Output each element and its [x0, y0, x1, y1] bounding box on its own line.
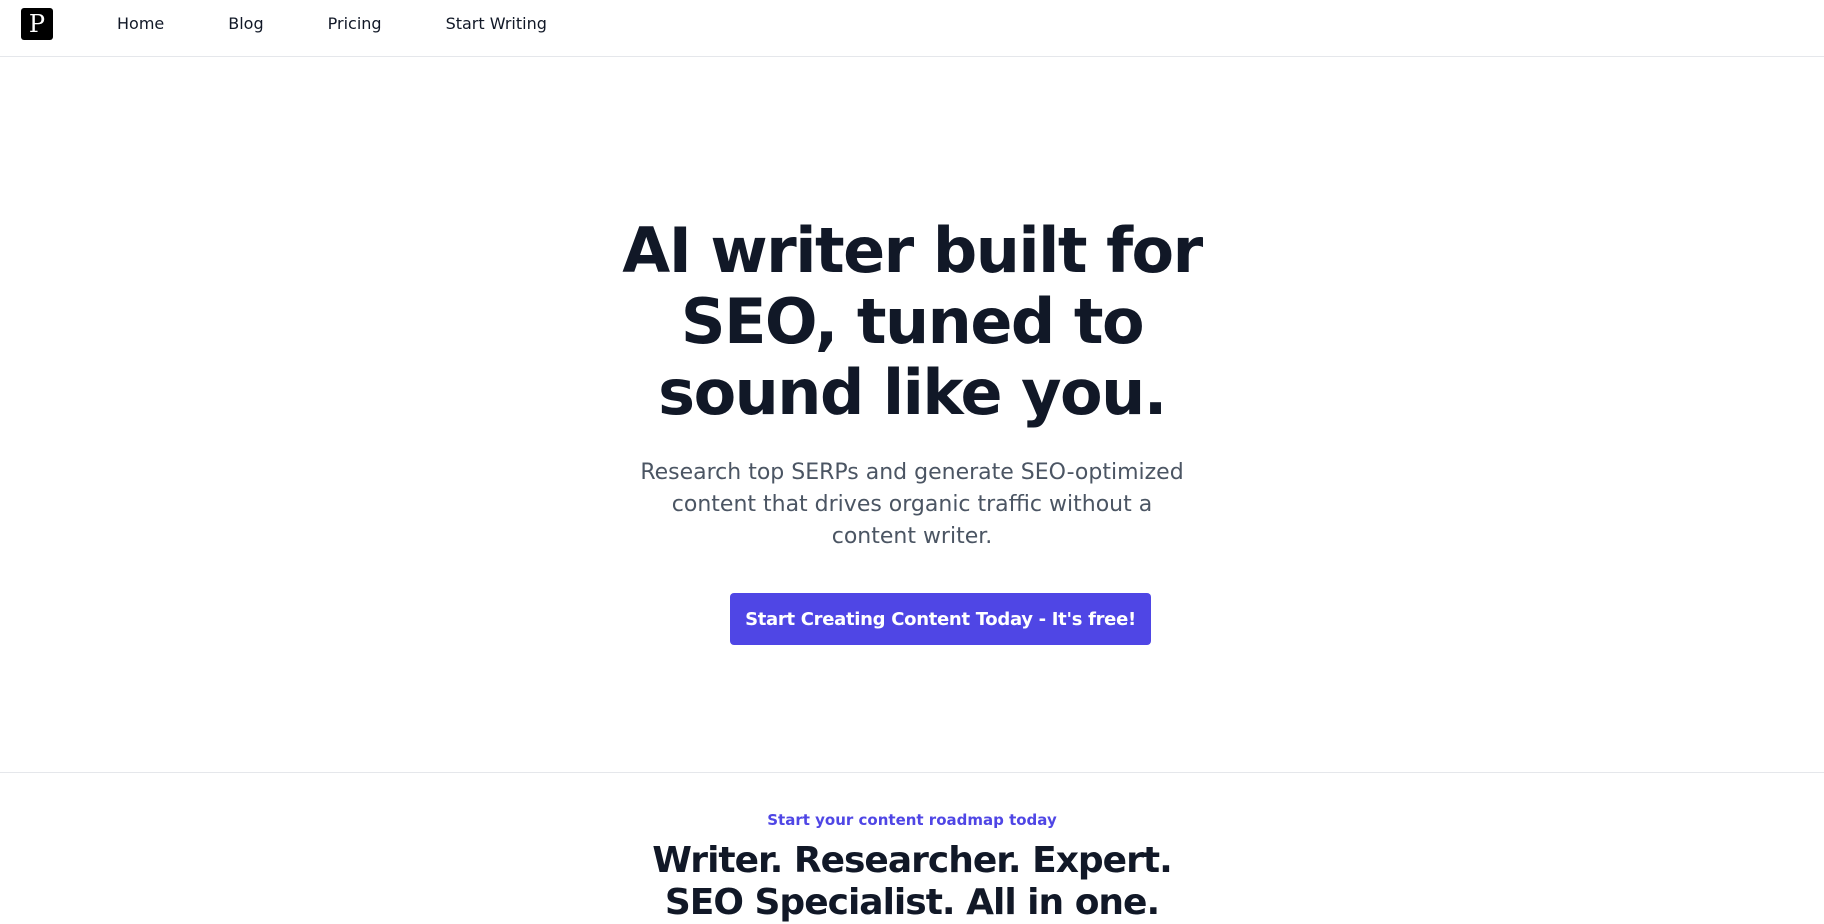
roadmap-eyebrow: Start your content roadmap today [767, 811, 1057, 829]
nav-link-home[interactable]: Home [117, 13, 164, 35]
roadmap-title: Writer. Researcher. Expert. SEO Speciali… [652, 840, 1173, 923]
logo-icon[interactable]: P [21, 8, 53, 40]
hero-section: AI writer built for SEO, tuned to sound … [0, 57, 1824, 773]
hero-title: AI writer built for SEO, tuned to sound … [622, 214, 1203, 429]
main-nav: Home Blog Pricing Start Writing [117, 13, 547, 35]
start-creating-content-button[interactable]: Start Creating Content Today - It's free… [730, 593, 1151, 645]
hero-subtitle: Research top SERPs and generate SEO-opti… [640, 460, 1184, 549]
nav-link-blog[interactable]: Blog [228, 13, 263, 35]
nav-link-start-writing[interactable]: Start Writing [446, 13, 547, 35]
nav-link-pricing[interactable]: Pricing [328, 13, 382, 35]
top-navbar: P Home Blog Pricing Start Writing [0, 0, 1824, 57]
